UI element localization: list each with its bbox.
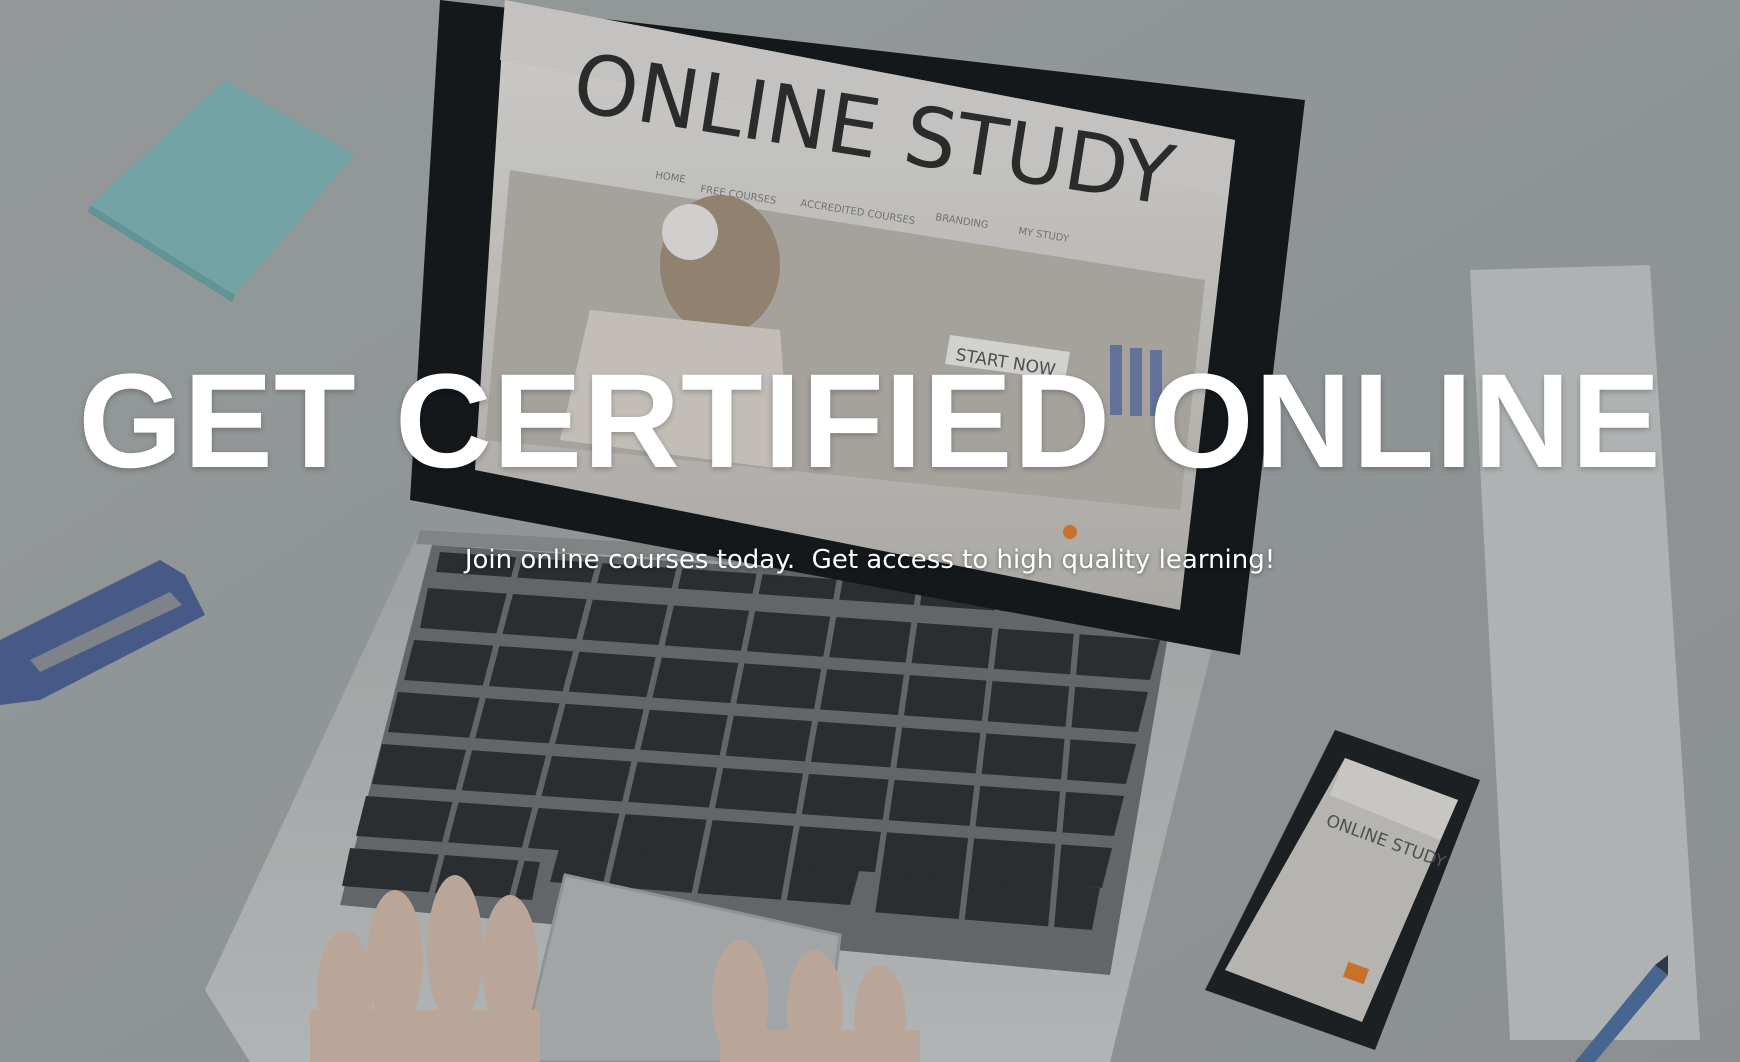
hero-title: GET CERTIFIED ONLINE [78,347,1662,496]
hero-subtitle: Join online courses today. Get access to… [464,545,1276,575]
hero-dark-overlay [0,0,1740,1062]
hero-banner: ONLINE STUDY HOME FREE COURSES ACCREDITED C… [0,0,1740,1062]
